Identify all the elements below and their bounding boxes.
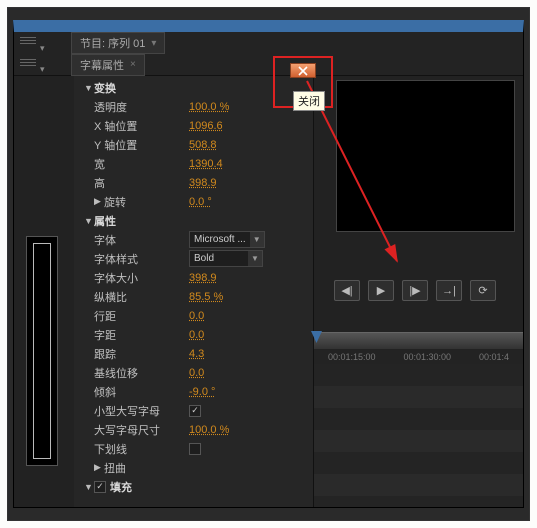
content-row: ▼变换 透明度100.0 % X 轴位置1096.6 Y 轴位置508.8 宽1… [14,76,523,507]
panel-close-button[interactable] [290,63,316,78]
value-smallcapsize[interactable]: 100.0 % [189,424,229,436]
twirl-icon[interactable]: ▶ [94,196,104,207]
left-preview-thumb [26,236,58,466]
close-icon [298,66,308,76]
tab-chevron-icon[interactable]: ▾ [151,38,156,49]
tab-titleprops-label: 字幕属性 [80,57,124,73]
label-font: 字体 [94,232,189,248]
value-slant[interactable]: -9.0 ° [189,386,215,398]
twirl-icon[interactable]: ▼ [84,216,94,226]
step-back-button[interactable]: ◀| [334,280,360,301]
value-kerning[interactable]: 0.0 [189,329,204,341]
transport-controls: ◀| ▶ |▶ →| ⟳ [334,280,496,301]
label-kerning: 字距 [94,327,189,343]
label-opacity: 透明度 [94,99,189,115]
tab-sequence-label: 节目: 序列 01 [80,35,145,51]
combo-font-text: Microsoft ... [190,234,250,245]
combo-fontstyle-text: Bold [190,253,248,264]
label-x: X 轴位置 [94,118,189,134]
time-label: 00:01:4 [479,352,509,362]
label-fontsize: 字体大小 [94,270,189,286]
twirl-icon[interactable]: ▶ [94,462,104,473]
group-distort: 扭曲 [104,460,199,476]
value-height[interactable]: 398.9 [189,177,217,189]
program-monitor[interactable] [336,80,515,232]
timeline-tracks[interactable] [314,364,523,507]
left-strip [14,76,74,507]
panel-menu-icon[interactable] [40,59,51,70]
top-tab-row: 节目: 序列 01 ▾ [14,32,523,54]
label-baseline: 基线位移 [94,365,189,381]
twirl-icon[interactable]: ▼ [84,482,94,492]
tab-close-icon[interactable]: × [130,59,136,70]
panel-grip-icon[interactable] [20,59,36,71]
time-label: 00:01:30:00 [403,352,451,362]
label-smallcapsize: 大写字母尺寸 [94,422,189,438]
value-baseline[interactable]: 0.0 [189,367,204,379]
twirl-icon[interactable]: ▼ [84,83,94,93]
title-properties-panel: ▼变换 透明度100.0 % X 轴位置1096.6 Y 轴位置508.8 宽1… [74,76,313,507]
label-tracking: 跟踪 [94,346,189,362]
value-fontsize[interactable]: 398.9 [189,272,217,284]
group-attributes: 属性 [94,213,116,229]
panel-grip-icon[interactable] [20,37,36,49]
loop-button[interactable]: ⟳ [470,280,496,301]
label-height: 高 [94,175,189,191]
value-tracking[interactable]: 4.3 [189,348,204,360]
label-y: Y 轴位置 [94,137,189,153]
main-window: 节目: 序列 01 ▾ 字幕属性 × ▼变换 透明度100.0 % X 轴位置1… [13,20,524,508]
label-underline: 下划线 [94,441,189,457]
label-leading: 行距 [94,308,189,324]
play-button[interactable]: ▶ [368,280,394,301]
value-aspect[interactable]: 85.5 % [189,291,223,303]
panel-menu-icon[interactable] [40,38,51,49]
label-rotation: 旋转 [104,194,189,210]
checkbox-fill[interactable]: ✓ [94,481,106,493]
value-width[interactable]: 1390.4 [189,158,223,170]
program-monitor-area: ◀| ▶ |▶ →| ⟳ 00:01:15:00 00:01:30:00 00:… [313,76,523,507]
group-fill: 填充 [110,479,132,495]
chevron-down-icon: ▼ [248,251,262,266]
value-rotation[interactable]: 0.0 ° [189,196,212,208]
panel-tab-row: 字幕属性 × [14,54,523,76]
value-opacity[interactable]: 100.0 % [189,101,229,113]
timeline-ruler[interactable] [314,332,523,350]
tooltip-close: 关闭 [293,91,325,111]
value-leading[interactable]: 0.0 [189,310,204,322]
label-aspect: 纵横比 [94,289,189,305]
step-forward-button[interactable]: |▶ [402,280,428,301]
time-label: 00:01:15:00 [328,352,376,362]
value-y[interactable]: 508.8 [189,139,217,151]
tab-sequence[interactable]: 节目: 序列 01 ▾ [71,32,165,54]
label-width: 宽 [94,156,189,172]
checkbox-smallcaps[interactable]: ✓ [189,405,201,417]
label-smallcaps: 小型大写字母 [94,403,189,419]
label-fontstyle: 字体样式 [94,251,189,267]
tab-title-properties[interactable]: 字幕属性 × [71,54,145,76]
go-to-in-button[interactable]: →| [436,280,462,301]
chevron-down-icon: ▼ [250,232,264,247]
combo-fontstyle[interactable]: Bold▼ [189,250,263,267]
time-label-row: 00:01:15:00 00:01:30:00 00:01:4 [314,350,523,364]
checkbox-underline[interactable] [189,443,201,455]
label-slant: 倾斜 [94,384,189,400]
group-transform: 变换 [94,80,116,96]
combo-font[interactable]: Microsoft ...▼ [189,231,265,248]
value-x[interactable]: 1096.6 [189,120,223,132]
